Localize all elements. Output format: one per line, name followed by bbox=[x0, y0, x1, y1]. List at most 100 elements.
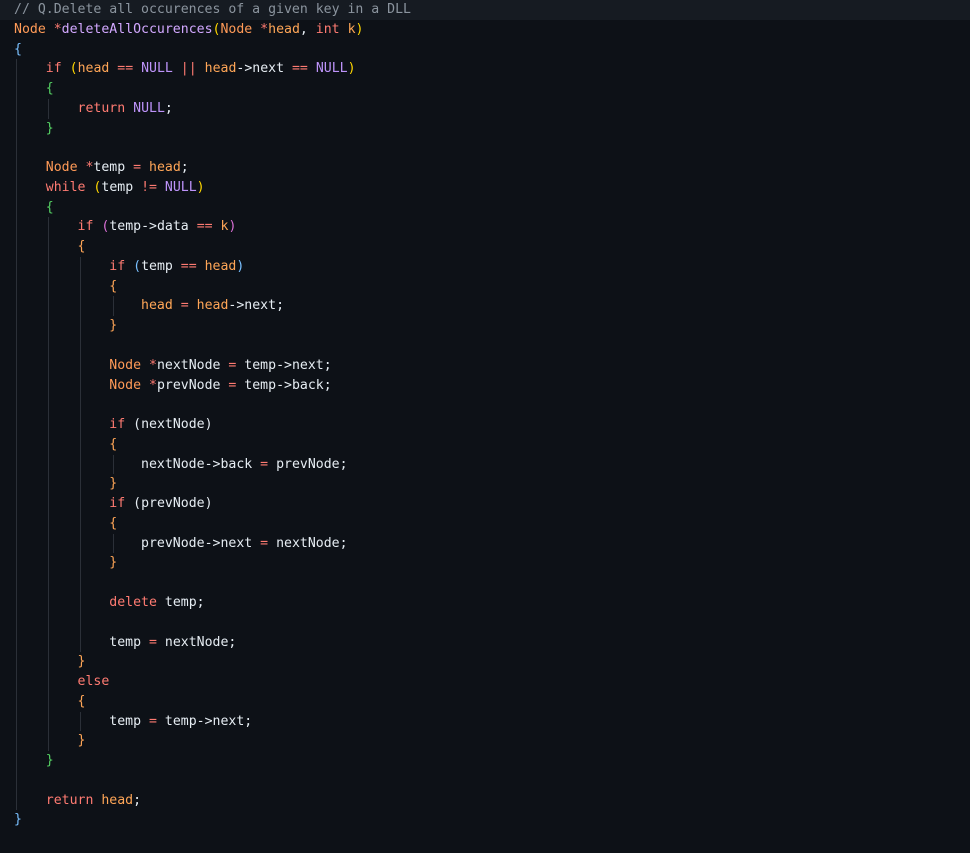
code-line[interactable] bbox=[0, 612, 970, 633]
indentation bbox=[14, 694, 78, 709]
code-token: == bbox=[109, 61, 142, 77]
indent-guide bbox=[16, 434, 17, 455]
code-token: ; bbox=[228, 634, 237, 650]
code-line[interactable]: { bbox=[0, 513, 970, 534]
code-line[interactable]: while (temp != NULL) bbox=[0, 177, 970, 198]
code-line[interactable]: Node *prevNode = temp->back; bbox=[0, 375, 970, 396]
code-line[interactable]: return NULL; bbox=[0, 98, 970, 119]
indent-guide bbox=[80, 474, 82, 495]
indent-guide bbox=[16, 118, 17, 139]
indent-guide bbox=[48, 98, 50, 119]
indent-guide bbox=[16, 316, 17, 337]
code-token: Node bbox=[109, 357, 142, 373]
code-line[interactable] bbox=[0, 770, 970, 791]
indentation bbox=[14, 654, 78, 669]
code-token: { bbox=[77, 239, 86, 255]
code-line[interactable]: } bbox=[0, 316, 970, 337]
code-token: = bbox=[220, 377, 245, 393]
indentation bbox=[14, 140, 46, 155]
code-line[interactable] bbox=[0, 395, 970, 416]
code-line[interactable]: Node *temp = head; bbox=[0, 158, 970, 178]
code-token: NULL bbox=[164, 179, 197, 195]
code-line[interactable] bbox=[0, 336, 970, 356]
code-token: { bbox=[14, 41, 22, 57]
code-line[interactable]: temp = nextNode; bbox=[0, 632, 970, 653]
indent-guide bbox=[16, 237, 17, 257]
code-line[interactable]: } bbox=[0, 810, 970, 830]
code-token: = bbox=[220, 357, 245, 373]
code-token: == bbox=[188, 219, 221, 235]
code-line[interactable]: nextNode->back = prevNode; bbox=[0, 454, 970, 475]
code-token: = bbox=[252, 456, 277, 472]
code-token: } bbox=[109, 318, 118, 334]
indent-guide bbox=[48, 573, 50, 593]
code-token: -> bbox=[204, 456, 221, 472]
code-line[interactable]: { bbox=[0, 197, 970, 218]
code-token: temp bbox=[164, 713, 197, 729]
code-token: nextNode bbox=[156, 357, 221, 373]
code-line[interactable]: if (nextNode) bbox=[0, 415, 970, 435]
code-editor[interactable]: // Q.Delete all occurences of a given ke… bbox=[0, 0, 970, 853]
code-line[interactable]: // Q.Delete all occurences of a given ke… bbox=[0, 0, 970, 20]
code-line[interactable]: Node *deleteAllOccurences(Node *head, in… bbox=[0, 20, 970, 40]
code-line[interactable]: { bbox=[0, 691, 970, 712]
indent-guide bbox=[80, 612, 82, 633]
code-line[interactable]: { bbox=[0, 276, 970, 297]
indentation bbox=[14, 516, 109, 531]
code-line[interactable]: head = head->next; bbox=[0, 296, 970, 317]
code-token: -> bbox=[276, 377, 292, 393]
indent-guide bbox=[16, 652, 17, 673]
code-line[interactable]: temp = temp->next; bbox=[0, 711, 970, 732]
code-line[interactable]: } bbox=[0, 751, 970, 771]
code-line[interactable]: prevNode->next = nextNode; bbox=[0, 533, 970, 554]
code-token: // Q.Delete all occurences of a given ke… bbox=[14, 2, 411, 17]
code-line[interactable]: { bbox=[0, 434, 970, 455]
code-line[interactable]: } bbox=[0, 474, 970, 495]
code-token: } bbox=[109, 476, 118, 492]
code-line[interactable]: } bbox=[0, 652, 970, 673]
code-line[interactable]: } bbox=[0, 118, 970, 139]
indentation bbox=[14, 378, 109, 393]
code-line[interactable] bbox=[0, 138, 970, 159]
code-line[interactable]: } bbox=[0, 553, 970, 574]
code-line[interactable]: return head; bbox=[0, 790, 970, 811]
code-line[interactable]: if (prevNode) bbox=[0, 494, 970, 514]
code-token: nextNode bbox=[164, 634, 229, 650]
code-line[interactable]: { bbox=[0, 237, 970, 257]
indent-guide bbox=[48, 355, 50, 376]
code-line[interactable]: if (temp == head) bbox=[0, 256, 970, 277]
code-token: prevNode bbox=[156, 377, 221, 393]
indent-guide bbox=[48, 513, 50, 534]
code-token: ) bbox=[196, 179, 205, 195]
code-line[interactable]: { bbox=[0, 40, 970, 60]
indentation bbox=[14, 358, 109, 373]
code-token: next bbox=[291, 357, 324, 373]
indent-guide bbox=[16, 494, 17, 514]
code-line[interactable]: delete temp; bbox=[0, 592, 970, 613]
code-line[interactable]: } bbox=[0, 731, 970, 752]
indentation bbox=[14, 615, 109, 630]
code-line[interactable]: else bbox=[0, 672, 970, 692]
code-line[interactable] bbox=[0, 573, 970, 593]
indentation bbox=[14, 773, 46, 788]
indent-guide bbox=[16, 790, 17, 811]
code-token: = bbox=[141, 634, 165, 650]
indent-guide bbox=[16, 691, 17, 712]
indent-guide bbox=[48, 375, 50, 396]
code-token: head bbox=[101, 792, 134, 808]
code-token: = bbox=[125, 160, 150, 176]
code-line[interactable]: { bbox=[0, 79, 970, 99]
code-line[interactable]: if (head == NULL || head->next == NULL) bbox=[0, 59, 970, 80]
code-token: while bbox=[45, 179, 86, 195]
indent-guide bbox=[48, 592, 50, 613]
code-token: return bbox=[77, 100, 126, 116]
indent-guide bbox=[48, 711, 50, 732]
code-token: * bbox=[141, 357, 157, 373]
code-line[interactable]: Node *nextNode = temp->next; bbox=[0, 355, 970, 376]
code-line[interactable]: if (temp->data == k) bbox=[0, 217, 970, 238]
code-token: next bbox=[212, 713, 245, 729]
